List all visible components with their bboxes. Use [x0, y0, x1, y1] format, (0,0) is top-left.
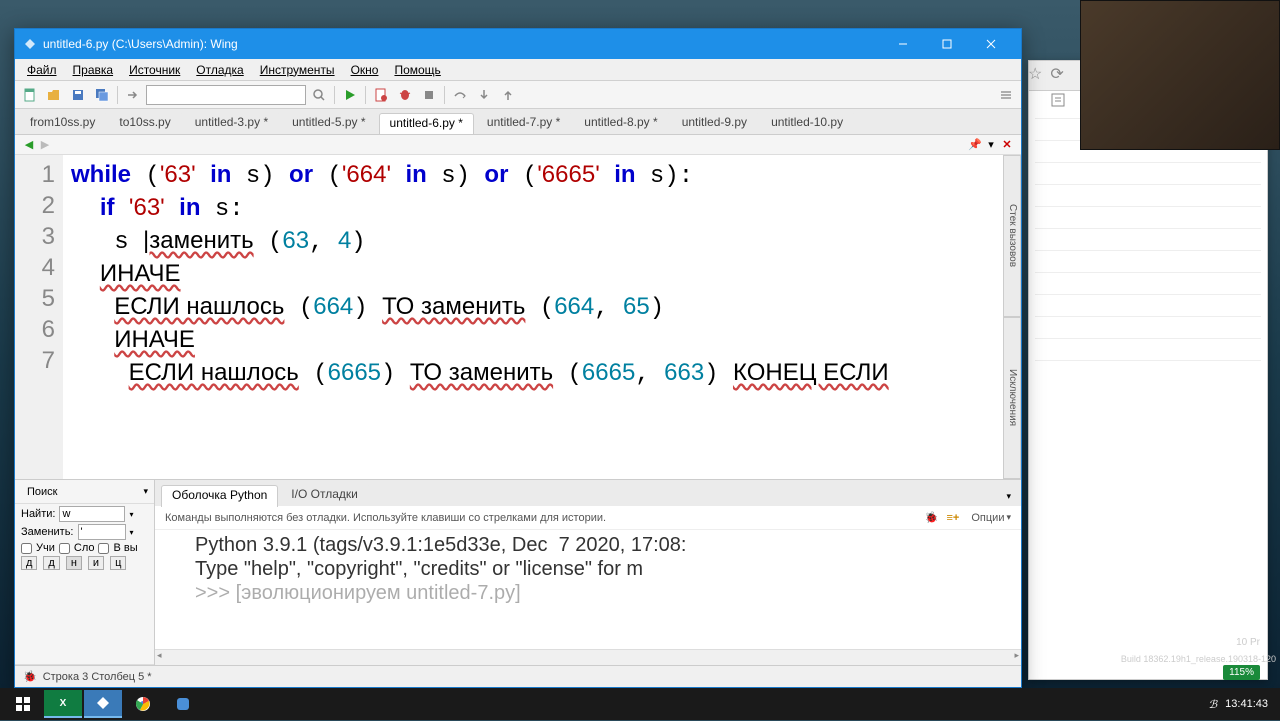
shell-bug-icon[interactable]: 🐞 — [925, 511, 939, 524]
task-app[interactable] — [164, 690, 202, 718]
side-tab-stack[interactable]: Стек вызовов — [1003, 155, 1021, 317]
find-btn-c[interactable]: ц — [110, 556, 126, 570]
word-checkbox[interactable] — [59, 543, 70, 554]
side-panels: Стек вызовов Исключения — [1003, 155, 1021, 479]
status-bug-icon: 🐞 — [23, 670, 37, 683]
product-text: 10 Pr — [1236, 637, 1260, 648]
maximize-button[interactable] — [925, 29, 969, 59]
statusbar: 🐞 Строка 3 Столбец 5 * — [15, 665, 1021, 687]
hamburger-button[interactable] — [995, 84, 1017, 106]
filetab-untitled6[interactable]: untitled-6.py * — [379, 113, 474, 135]
step-out-button[interactable] — [497, 84, 519, 106]
line-gutter: 1 2 3 4 5 6 7 — [15, 155, 63, 479]
refresh-icon[interactable]: ⟳ — [1050, 64, 1063, 84]
background-panel: viewAll — [1028, 60, 1268, 680]
search-button[interactable] — [308, 84, 330, 106]
nav-back-button[interactable]: ◀ — [21, 137, 37, 153]
wrap-checkbox[interactable] — [98, 543, 109, 554]
menubar: Файл Правка Источник Отладка Инструменты… — [15, 59, 1021, 81]
step-into-button[interactable] — [473, 84, 495, 106]
find-btn-n[interactable]: н — [66, 556, 82, 570]
task-excel[interactable]: X — [44, 690, 82, 718]
toolbar-search-input[interactable] — [146, 85, 306, 105]
menu-window[interactable]: Окно — [343, 61, 387, 79]
filetab-untitled8[interactable]: untitled-8.py * — [573, 112, 668, 134]
search-dropdown-icon[interactable]: ▾ — [143, 486, 148, 497]
filetab-from10ss[interactable]: from10ss.py — [19, 112, 106, 134]
replace-input[interactable] — [78, 524, 126, 540]
new-file-button[interactable] — [19, 84, 41, 106]
taskbar-time[interactable]: 13:41:43 — [1225, 698, 1268, 710]
shell-hint: Команды выполняются без отладки. Использ… — [165, 512, 606, 524]
step-over-button[interactable] — [449, 84, 471, 106]
browser-icons: ☆ ⟳ — [1028, 64, 1064, 84]
filetab-untitled5[interactable]: untitled-5.py * — [281, 112, 376, 134]
reading-list-icon[interactable] — [1050, 92, 1066, 113]
shell-add-icon[interactable]: ≡+ — [947, 512, 960, 524]
debug-file-button[interactable] — [370, 84, 392, 106]
find-btn-i[interactable]: и — [88, 556, 104, 570]
pin-icon[interactable]: 📌 — [967, 137, 983, 153]
filetab-to10ss[interactable]: to10ss.py — [108, 112, 181, 134]
taskbar[interactable]: X ℬ 13:41:43 — [0, 688, 1280, 720]
ide-window: untitled-6.py (C:\Users\Admin): Wing Фай… — [14, 28, 1022, 688]
menu-tools[interactable]: Инструменты — [252, 61, 343, 79]
code-content[interactable]: while ('63' in s) or ('664' in s) or ('6… — [63, 155, 1005, 479]
dropdown-icon[interactable]: ▾ — [983, 137, 999, 153]
webcam-overlay — [1080, 0, 1280, 150]
start-button[interactable] — [4, 690, 42, 718]
run-button[interactable] — [339, 84, 361, 106]
nav-strip: ◀ ▶ 📌 ▾ ✕ — [15, 135, 1021, 155]
nav-fwd-button[interactable]: ▶ — [37, 137, 53, 153]
save-button[interactable] — [67, 84, 89, 106]
goto-button[interactable] — [122, 84, 144, 106]
shell-options[interactable]: Опции — [971, 512, 1004, 524]
debug-button[interactable] — [394, 84, 416, 106]
close-button[interactable] — [969, 29, 1013, 59]
toolbar — [15, 81, 1021, 109]
shell-tab-python[interactable]: Оболочка Python — [161, 485, 278, 507]
replace-label: Заменить: — [21, 526, 74, 538]
open-file-button[interactable] — [43, 84, 65, 106]
minimize-button[interactable] — [881, 29, 925, 59]
star-icon[interactable]: ☆ — [1028, 64, 1042, 84]
filetab-untitled3[interactable]: untitled-3.py * — [184, 112, 279, 134]
menu-file[interactable]: Файл — [19, 61, 65, 79]
find-label: Найти: — [21, 508, 55, 520]
bottom-panels: Поиск ▾ Найти: ▾ Заменить: ▾ Уч — [15, 479, 1021, 665]
stop-button[interactable] — [418, 84, 440, 106]
task-chrome[interactable] — [124, 690, 162, 718]
editor-area[interactable]: 1 2 3 4 5 6 7 while ('63' in s) or ('664… — [15, 155, 1021, 479]
shell-h-scrollbar[interactable]: ◂ ▸ — [155, 649, 1021, 665]
task-wing[interactable] — [84, 690, 122, 718]
menu-help[interactable]: Помощь — [386, 61, 448, 79]
taskbar-script-icon[interactable]: ℬ — [1209, 698, 1218, 711]
filetab-untitled7[interactable]: untitled-7.py * — [476, 112, 571, 134]
file-tabs: from10ss.py to10ss.py untitled-3.py * un… — [15, 109, 1021, 135]
case-checkbox[interactable] — [21, 543, 32, 554]
build-text: Build 18362.19h1_release.190318-120 — [1121, 654, 1276, 664]
find-btn-d1[interactable]: д — [21, 556, 37, 570]
menu-edit[interactable]: Правка — [65, 61, 122, 79]
find-btn-d2[interactable]: д — [43, 556, 59, 570]
save-all-button[interactable] — [91, 84, 113, 106]
menu-debug[interactable]: Отладка — [188, 61, 251, 79]
close-tab-button[interactable]: ✕ — [999, 137, 1015, 153]
shell-dropdown-icon[interactable]: ▾ — [1002, 487, 1015, 506]
shell-output[interactable]: Python 3.9.1 (tags/v3.9.1:1e5d33e, Dec 7… — [155, 530, 1021, 649]
find-input[interactable] — [59, 506, 125, 522]
search-panel-label[interactable]: Поиск — [21, 484, 137, 500]
filetab-untitled9[interactable]: untitled-9.py — [671, 112, 758, 134]
menu-source[interactable]: Источник — [121, 61, 188, 79]
titlebar[interactable]: untitled-6.py (C:\Users\Admin): Wing — [15, 29, 1021, 59]
zoom-badge[interactable]: 115% — [1223, 665, 1260, 680]
window-title: untitled-6.py (C:\Users\Admin): Wing — [43, 37, 881, 51]
filetab-untitled10[interactable]: untitled-10.py — [760, 112, 854, 134]
shell-tab-io[interactable]: I/O Отладки — [280, 484, 369, 506]
side-tab-exceptions[interactable]: Исключения — [1003, 317, 1021, 479]
app-icon — [23, 37, 37, 51]
status-text: Строка 3 Столбец 5 * — [43, 671, 152, 683]
